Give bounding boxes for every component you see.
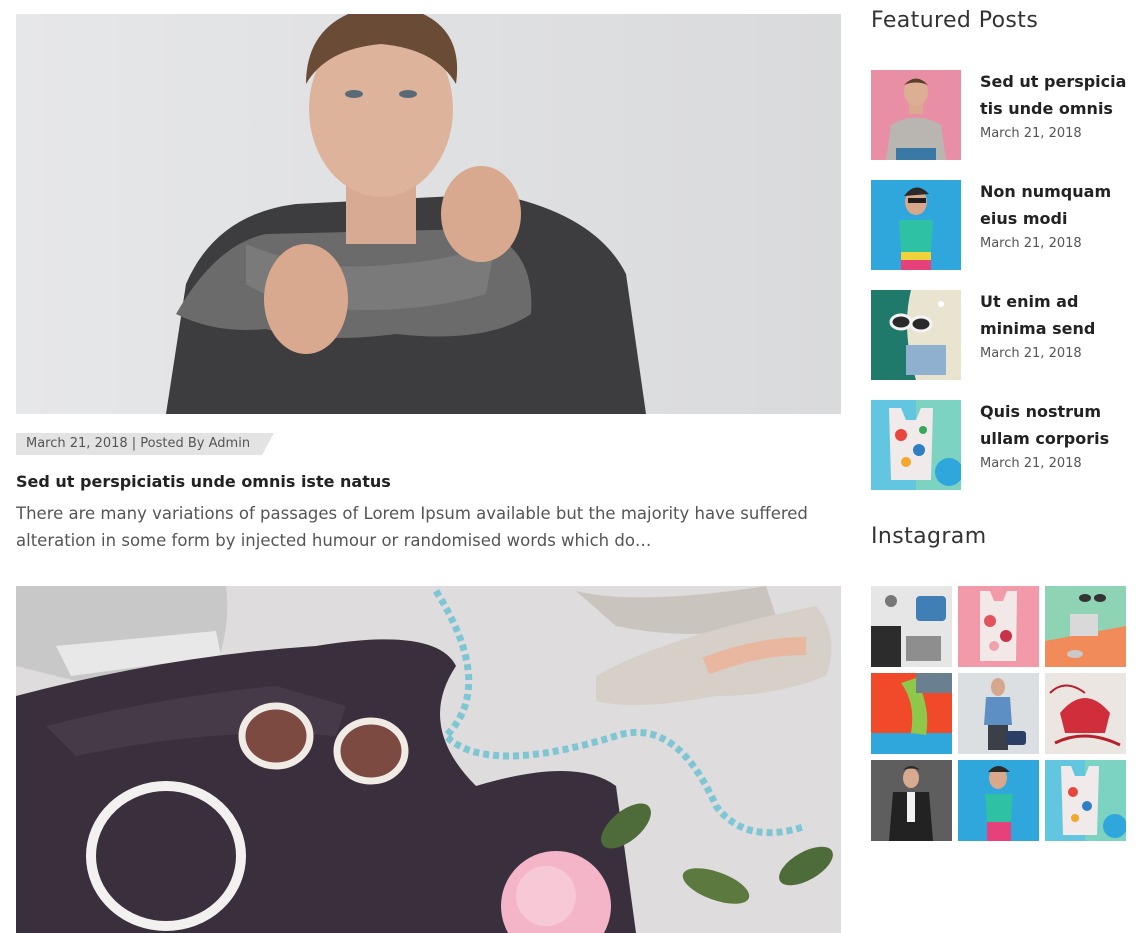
instagram-heading: Instagram — [871, 524, 987, 549]
featured-post-thumbnail[interactable] — [871, 400, 961, 490]
featured-post-date: March 21, 2018 — [980, 346, 1082, 361]
featured-post-thumbnail[interactable] — [871, 180, 961, 270]
featured-post-item[interactable]: Non numquam eius modi March 21, 2018 — [871, 180, 1131, 270]
instagram-photo[interactable] — [958, 673, 1039, 754]
featured-post-date: March 21, 2018 — [980, 236, 1082, 251]
featured-post-thumbnail[interactable] — [871, 70, 961, 160]
featured-post-item[interactable]: Sed ut perspicia tis unde omnis March 21… — [871, 70, 1131, 160]
instagram-photo[interactable] — [958, 760, 1039, 841]
featured-post-title[interactable]: Non numquam eius modi — [980, 178, 1130, 232]
post-featured-image[interactable] — [16, 14, 841, 414]
instagram-photo[interactable] — [871, 586, 952, 667]
post-excerpt: There are many variations of passages of… — [16, 504, 808, 550]
featured-posts-heading: Featured Posts — [871, 8, 1039, 33]
featured-post-thumbnail[interactable] — [871, 290, 961, 380]
post-featured-image[interactable] — [16, 586, 841, 933]
post-meta-badge: March 21, 2018 | Posted By Admin — [16, 433, 274, 455]
instagram-photo[interactable] — [1045, 760, 1126, 841]
instagram-photo[interactable] — [958, 586, 1039, 667]
instagram-photo[interactable] — [871, 673, 952, 754]
instagram-photo[interactable] — [871, 760, 952, 841]
instagram-photo[interactable] — [1045, 673, 1126, 754]
instagram-grid — [871, 586, 1126, 841]
post-title[interactable]: Sed ut perspiciatis unde omnis iste natu… — [16, 470, 391, 494]
featured-post-title[interactable]: Ut enim ad minima send — [980, 288, 1130, 342]
featured-post-title[interactable]: Quis nostrum ullam corporis — [980, 398, 1130, 452]
instagram-photo[interactable] — [1045, 586, 1126, 667]
featured-post-date: March 21, 2018 — [980, 456, 1082, 471]
featured-post-item[interactable]: Ut enim ad minima send March 21, 2018 — [871, 290, 1131, 380]
featured-post-date: March 21, 2018 — [980, 126, 1082, 141]
featured-post-title[interactable]: Sed ut perspicia tis unde omnis — [980, 68, 1130, 122]
featured-post-item[interactable]: Quis nostrum ullam corporis March 21, 20… — [871, 400, 1131, 490]
